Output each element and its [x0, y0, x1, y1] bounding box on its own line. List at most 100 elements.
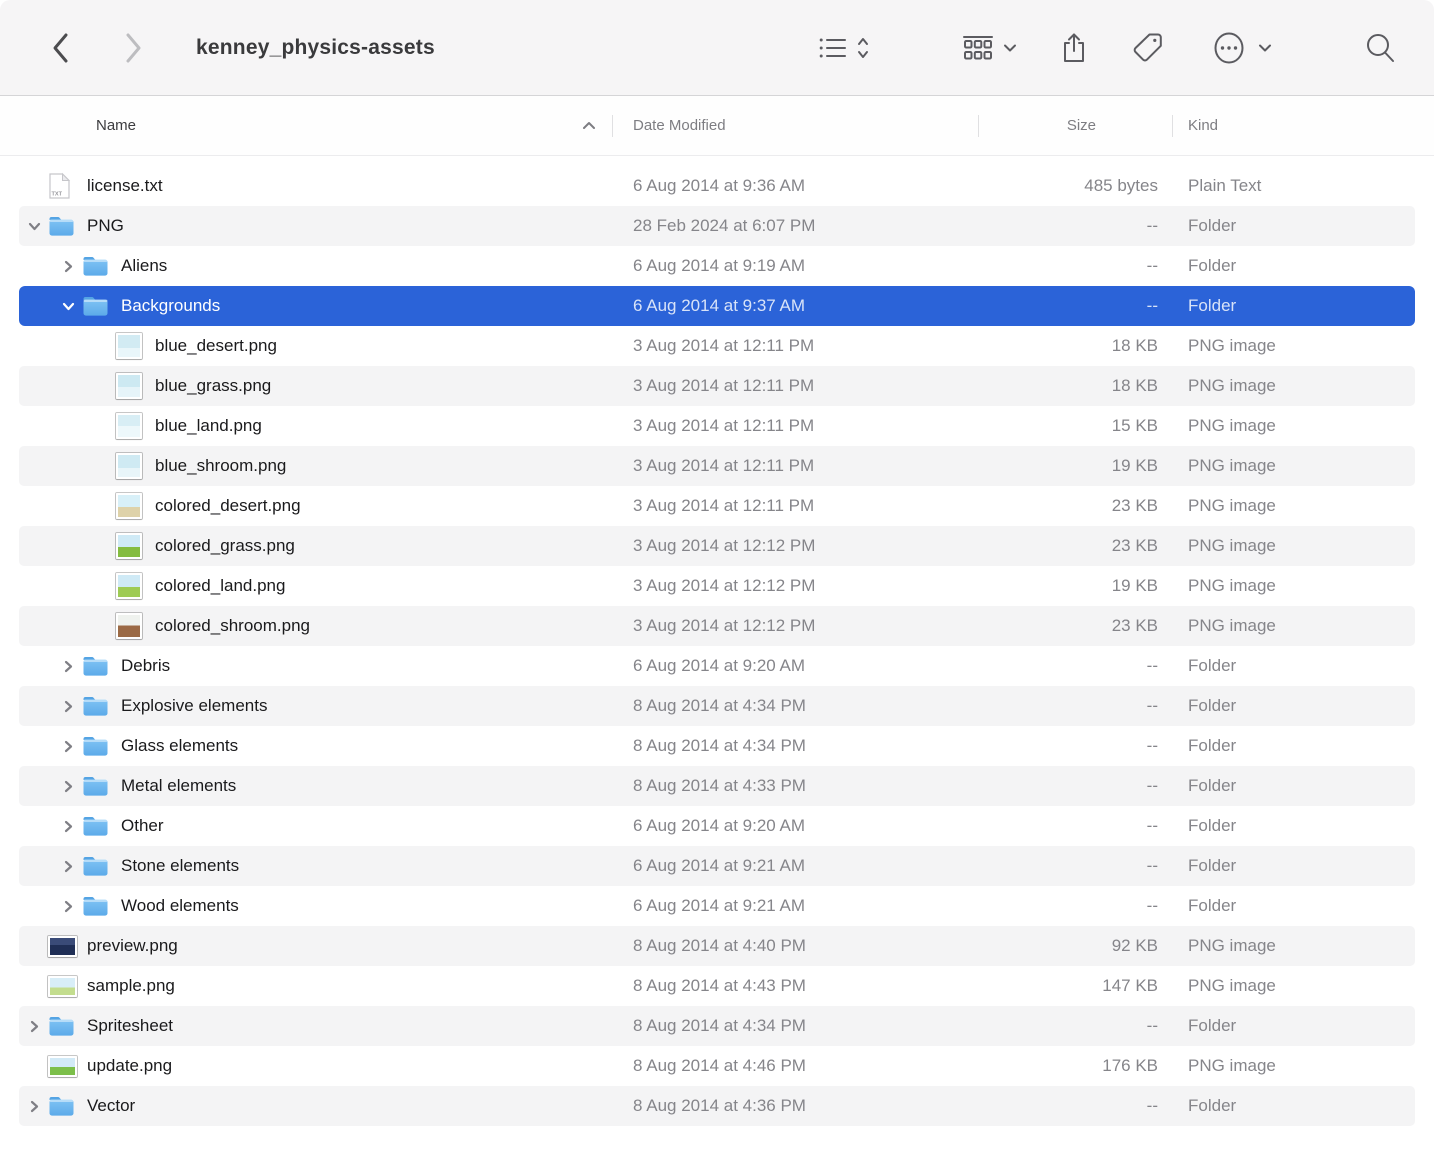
svg-text:TXT: TXT: [52, 192, 63, 198]
group-by-control[interactable]: [963, 26, 1017, 70]
file-name: PNG: [87, 216, 124, 236]
file-name: Debris: [121, 656, 170, 676]
name-cell: Aliens: [0, 246, 612, 286]
table-row[interactable]: PNG28 Feb 2024 at 6:07 PM--Folder: [0, 206, 1434, 246]
folder-icon: [48, 215, 75, 237]
folder-icon: [82, 655, 109, 677]
date-modified-cell: 6 Aug 2014 at 9:20 AM: [612, 646, 978, 686]
size-cell: --: [978, 246, 1172, 286]
column-header-kind[interactable]: Kind: [1172, 96, 1434, 155]
disclosure-closed-icon: [62, 780, 75, 793]
table-row[interactable]: blue_land.png 3 Aug 2014 at 12:11 PM15 KB…: [0, 406, 1434, 446]
share-icon: [1061, 32, 1087, 64]
file-name: blue_land.png: [155, 416, 262, 436]
kind-cell: PNG image: [1172, 566, 1434, 606]
tags-button[interactable]: [1129, 26, 1165, 70]
column-header-name[interactable]: Name: [0, 96, 612, 155]
kind-cell: PNG image: [1172, 926, 1434, 966]
disclosure-toggle[interactable]: [54, 660, 82, 673]
name-cell: update.png: [0, 1046, 612, 1086]
folder-icon: [82, 855, 109, 877]
table-row[interactable]: Vector8 Aug 2014 at 4:36 PM--Folder: [0, 1086, 1434, 1126]
size-cell: --: [978, 206, 1172, 246]
size-cell: 92 KB: [978, 926, 1172, 966]
table-row[interactable]: Spritesheet8 Aug 2014 at 4:34 PM--Folder: [0, 1006, 1434, 1046]
name-cell: Stone elements: [0, 846, 612, 886]
kind-cell: PNG image: [1172, 1046, 1434, 1086]
table-row[interactable]: update.png8 Aug 2014 at 4:46 PM176 KBPNG…: [0, 1046, 1434, 1086]
table-row[interactable]: blue_shroom.png3 Aug 2014 at 12:11 PM19 …: [0, 446, 1434, 486]
table-row[interactable]: blue_desert.png3 Aug 2014 at 12:11 PM18 …: [0, 326, 1434, 366]
table-row[interactable]: blue_grass.png3 Aug 2014 at 12:11 PM18 K…: [0, 366, 1434, 406]
size-cell: --: [978, 1006, 1172, 1046]
table-row[interactable]: Stone elements6 Aug 2014 at 9:21 AM--Fol…: [0, 846, 1434, 886]
table-row[interactable]: colored_grass.png3 Aug 2014 at 12:12 PM2…: [0, 526, 1434, 566]
disclosure-toggle[interactable]: [54, 260, 82, 273]
name-cell: blue_land.png: [0, 406, 612, 446]
table-row[interactable]: Explosive elements8 Aug 2014 at 4:34 PM-…: [0, 686, 1434, 726]
disclosure-toggle[interactable]: [54, 900, 82, 913]
folder-icon: [48, 1095, 75, 1117]
table-row[interactable]: Backgrounds6 Aug 2014 at 9:37 AM--Folder: [0, 286, 1434, 326]
date-modified-cell: 28 Feb 2024 at 6:07 PM: [612, 206, 978, 246]
folder-icon: [82, 775, 109, 797]
table-row[interactable]: colored_desert.png3 Aug 2014 at 12:11 PM…: [0, 486, 1434, 526]
table-row[interactable]: sample.png8 Aug 2014 at 4:43 PM147 KBPNG…: [0, 966, 1434, 1006]
table-row[interactable]: preview.png8 Aug 2014 at 4:40 PM92 KBPNG…: [0, 926, 1434, 966]
image-thumbnail-icon: [48, 1056, 77, 1077]
chevron-left-icon: [50, 31, 72, 65]
folder-icon: [82, 735, 109, 757]
forward-button[interactable]: [116, 28, 150, 68]
disclosure-toggle[interactable]: [20, 1100, 48, 1113]
name-cell: preview.png: [0, 926, 612, 966]
more-options-control[interactable]: [1211, 26, 1272, 70]
disclosure-toggle[interactable]: [20, 1020, 48, 1033]
disclosure-toggle[interactable]: [54, 740, 82, 753]
file-name: colored_shroom.png: [155, 616, 310, 636]
image-thumbnail-icon: [48, 936, 77, 957]
kind-cell: PNG image: [1172, 966, 1434, 1006]
tag-icon: [1129, 31, 1165, 65]
disclosure-toggle[interactable]: [54, 780, 82, 793]
size-cell: --: [978, 1086, 1172, 1126]
file-name: blue_shroom.png: [155, 456, 286, 476]
disclosure-toggle[interactable]: [54, 300, 82, 313]
table-row[interactable]: Debris6 Aug 2014 at 9:20 AM--Folder: [0, 646, 1434, 686]
group-grid-icon: [963, 35, 993, 61]
size-cell: 15 KB: [978, 406, 1172, 446]
name-cell: TXT license.txt: [0, 166, 612, 206]
table-row[interactable]: colored_shroom.png3 Aug 2014 at 12:12 PM…: [0, 606, 1434, 646]
table-row[interactable]: Glass elements8 Aug 2014 at 4:34 PM--Fol…: [0, 726, 1434, 766]
column-header-date-modified[interactable]: Date Modified: [612, 96, 978, 155]
table-row[interactable]: Wood elements6 Aug 2014 at 9:21 AM--Fold…: [0, 886, 1434, 926]
column-header-size[interactable]: Size: [978, 96, 1172, 155]
table-row[interactable]: Metal elements8 Aug 2014 at 4:33 PM--Fol…: [0, 766, 1434, 806]
ellipsis-circle-icon: [1211, 31, 1247, 65]
table-row[interactable]: TXT license.txt6 Aug 2014 at 9:36 AM485 …: [0, 166, 1434, 206]
folder-icon: [82, 815, 109, 837]
kind-cell: PNG image: [1172, 486, 1434, 526]
search-button[interactable]: [1364, 26, 1396, 70]
back-button[interactable]: [44, 28, 78, 68]
disclosure-toggle[interactable]: [54, 860, 82, 873]
kind-cell: Plain Text: [1172, 166, 1434, 206]
sort-arrows-icon: [855, 35, 871, 61]
image-thumbnail-icon: [48, 976, 77, 997]
share-button[interactable]: [1061, 26, 1087, 70]
date-modified-cell: 6 Aug 2014 at 9:19 AM: [612, 246, 978, 286]
disclosure-toggle[interactable]: [20, 220, 48, 233]
table-row[interactable]: Aliens6 Aug 2014 at 9:19 AM--Folder: [0, 246, 1434, 286]
kind-cell: PNG image: [1172, 606, 1434, 646]
size-cell: --: [978, 846, 1172, 886]
disclosure-toggle[interactable]: [54, 700, 82, 713]
name-cell: Backgrounds: [0, 286, 612, 326]
name-cell: blue_shroom.png: [0, 446, 612, 486]
size-cell: 23 KB: [978, 486, 1172, 526]
date-modified-cell: 6 Aug 2014 at 9:21 AM: [612, 846, 978, 886]
table-row[interactable]: Other6 Aug 2014 at 9:20 AM--Folder: [0, 806, 1434, 846]
view-mode-control[interactable]: [819, 26, 871, 70]
table-row[interactable]: colored_land.png3 Aug 2014 at 12:12 PM19…: [0, 566, 1434, 606]
disclosure-toggle[interactable]: [54, 820, 82, 833]
date-modified-cell: 3 Aug 2014 at 12:11 PM: [612, 406, 978, 446]
name-cell: Explosive elements: [0, 686, 612, 726]
